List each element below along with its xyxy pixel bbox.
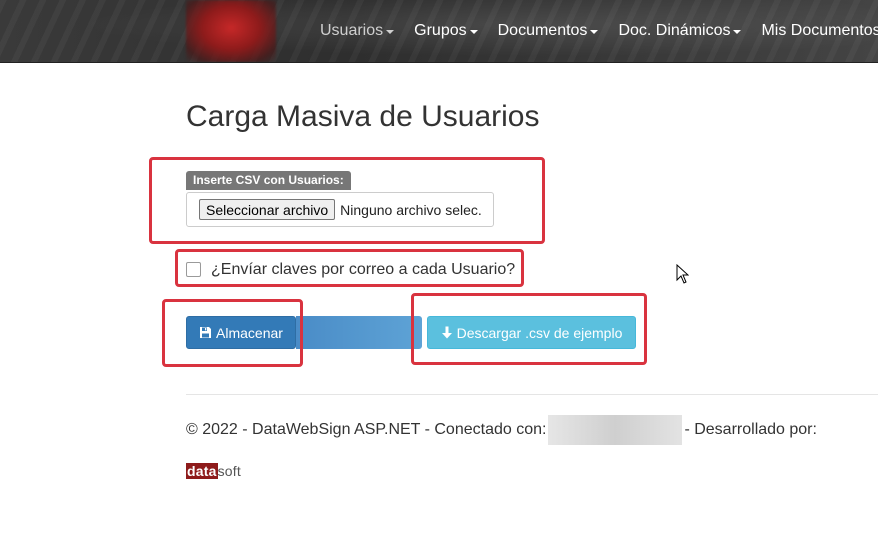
save-button[interactable]: Almacenar [186, 316, 296, 349]
logo-text-data: data [186, 463, 218, 479]
datasoft-logo[interactable]: datasoft [186, 463, 241, 479]
brand-logo[interactable] [186, 0, 276, 62]
page-title: Carga Masiva de Usuarios [186, 100, 540, 133]
caret-down-icon [590, 30, 599, 34]
download-sample-csv-button[interactable]: Descargar .csv de ejemplo [427, 316, 636, 349]
nav-item-label: Grupos [414, 22, 467, 39]
caret-down-icon [386, 30, 395, 34]
footer-developed-by: - Desarrollado por: [684, 421, 817, 438]
send-passwords-label[interactable]: ¿Envíar claves por correo a cada Usuario… [211, 261, 515, 279]
footer-copyright: © 2022 - DataWebSign ASP.NET - Conectado… [186, 421, 547, 438]
send-passwords-checkbox[interactable] [186, 262, 201, 277]
logo-text-soft: soft [217, 463, 241, 479]
csv-file-input[interactable]: Seleccionar archivo Ninguno archivo sele… [186, 192, 494, 227]
csv-upload-label: Inserte CSV con Usuarios: [186, 171, 351, 190]
redacted-connection [548, 415, 683, 445]
nav-item-usuarios[interactable]: Usuarios [310, 22, 404, 40]
footer-text: © 2022 - DataWebSign ASP.NET - Conectado… [186, 415, 817, 445]
nav-item-doc-dinamicos[interactable]: Doc. Dinámicos [608, 22, 751, 40]
file-status-text: Ninguno archivo selec. [340, 201, 482, 218]
download-arrow-icon [441, 326, 453, 339]
select-file-button[interactable]: Seleccionar archivo [199, 199, 336, 220]
floppy-disk-icon [199, 326, 212, 339]
nav-item-label: Usuarios [320, 22, 384, 39]
caret-down-icon [733, 30, 742, 34]
nav-item-label: Documentos [497, 22, 588, 39]
nav-item-mis-documentos[interactable]: Mis Documentos [751, 22, 878, 40]
nav-menu: Usuarios Grupos Documentos Doc. Dinámico… [310, 0, 878, 62]
download-button-label: Descargar .csv de ejemplo [456, 324, 623, 341]
top-navbar: Usuarios Grupos Documentos Doc. Dinámico… [0, 0, 878, 63]
nav-item-documentos[interactable]: Documentos [488, 22, 609, 40]
save-button-label: Almacenar [216, 324, 283, 341]
mouse-pointer-icon [676, 263, 690, 289]
nav-item-label: Mis Documentos [761, 22, 878, 39]
nav-item-grupos[interactable]: Grupos [404, 22, 487, 40]
footer-divider [186, 394, 878, 395]
nav-item-label: Doc. Dinámicos [618, 22, 731, 39]
caret-down-icon [469, 30, 478, 34]
progress-bar [296, 316, 422, 349]
